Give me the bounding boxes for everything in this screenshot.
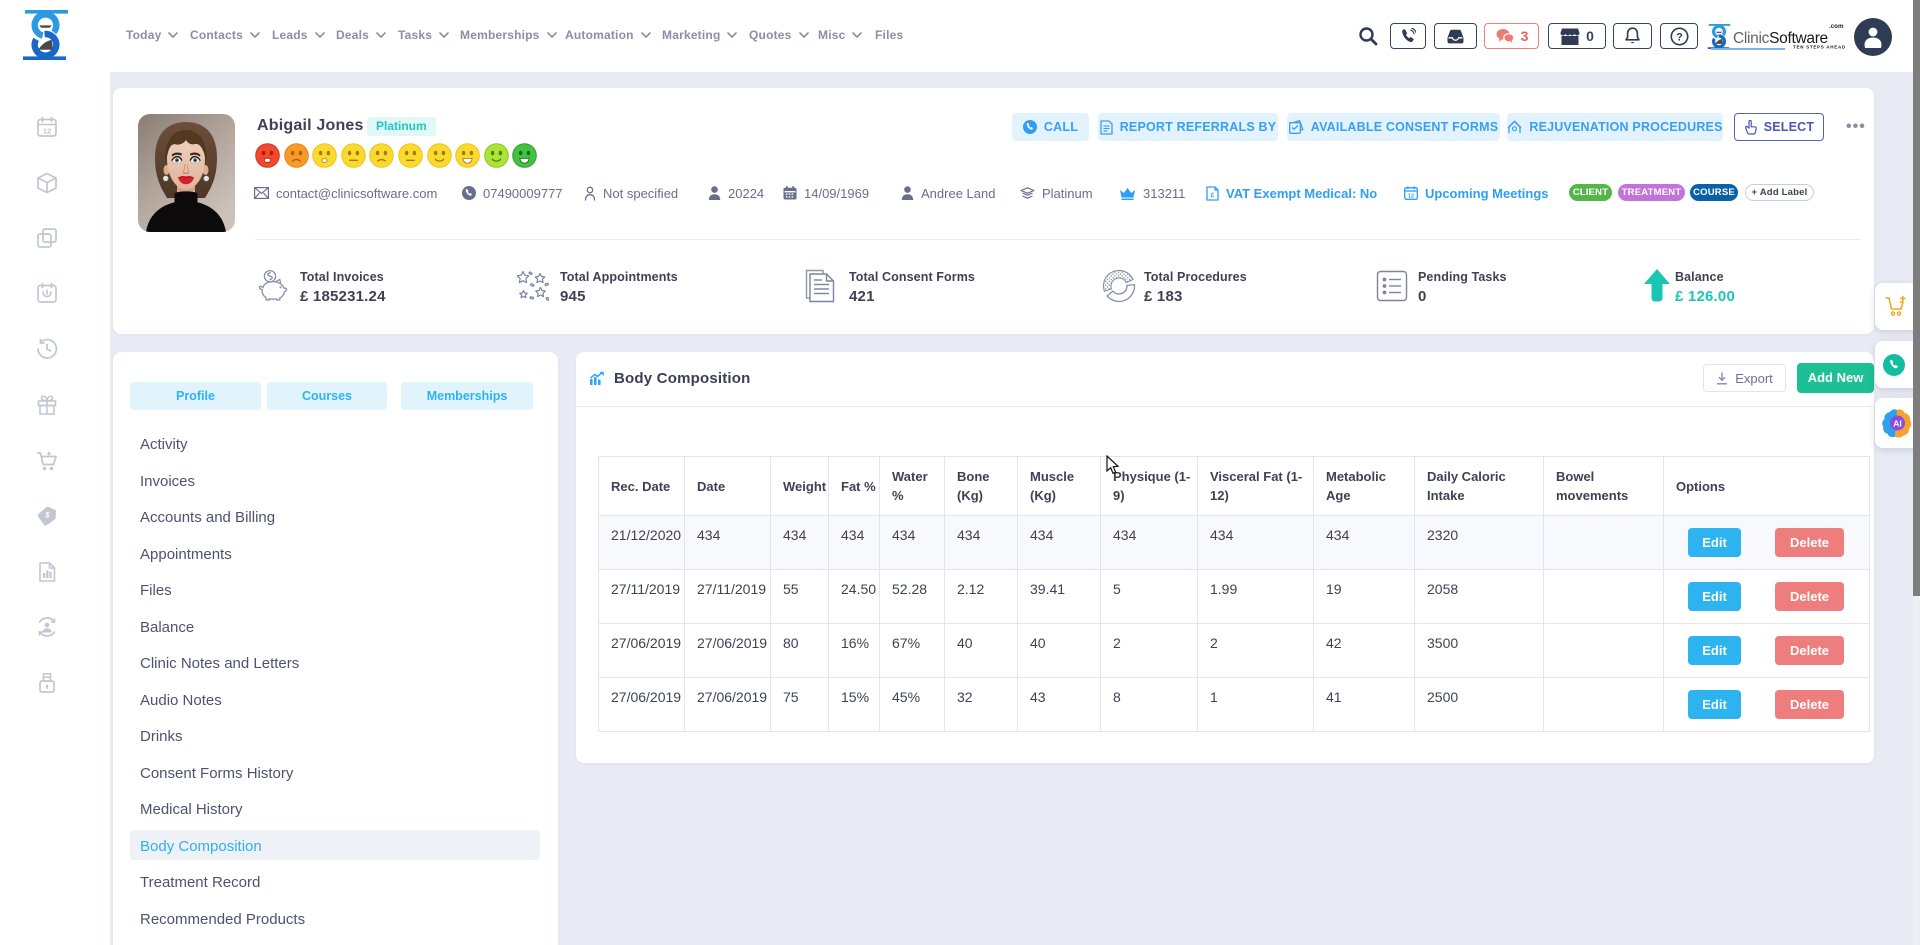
svg-text:£: £ <box>1211 192 1215 199</box>
svg-text:AI: AI <box>1893 418 1902 428</box>
svg-text:?: ? <box>1676 31 1683 43</box>
svg-text:12: 12 <box>43 127 51 136</box>
svg-text:12: 12 <box>1408 193 1414 199</box>
